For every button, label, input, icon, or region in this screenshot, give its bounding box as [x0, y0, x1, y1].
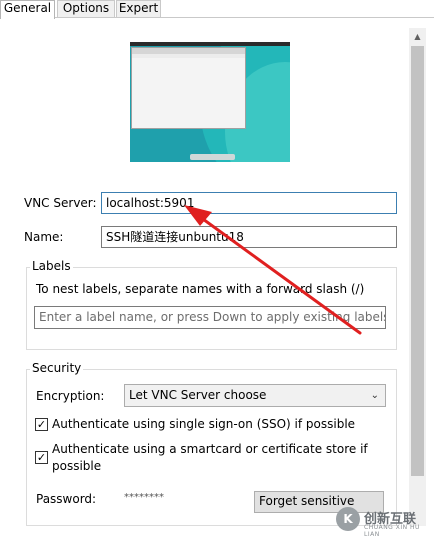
watermark-logo: K 创新互联 CHUANG XIN HU LIAN [336, 505, 430, 538]
tab-general[interactable]: General [0, 0, 55, 19]
annotation-arrow [184, 205, 362, 335]
watermark-icon: K [336, 507, 360, 531]
watermark-subtext: CHUANG XIN HU LIAN [364, 524, 420, 538]
